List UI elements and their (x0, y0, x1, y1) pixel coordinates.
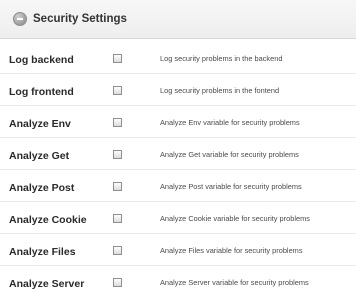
panel-header: Security Settings (0, 0, 356, 39)
setting-label: Analyze Post (9, 182, 75, 194)
setting-label: Analyze Cookie (9, 214, 87, 226)
settings-list: Log backend Log security problems in the… (0, 42, 356, 290)
analyze-post-checkbox[interactable] (113, 182, 122, 191)
log-backend-checkbox[interactable] (113, 54, 122, 63)
setting-label: Log frontend (9, 86, 74, 98)
setting-description: Analyze Cookie variable for security pro… (160, 214, 310, 223)
setting-label: Analyze Files (9, 246, 76, 258)
setting-row-analyze-get: Analyze Get Analyze Get variable for sec… (0, 138, 356, 170)
setting-label: Log backend (9, 54, 74, 66)
setting-row-analyze-cookie: Analyze Cookie Analyze Cookie variable f… (0, 202, 356, 234)
setting-description: Analyze Get variable for security proble… (160, 150, 299, 159)
minus-circle-icon[interactable] (13, 12, 27, 26)
setting-label: Analyze Server (9, 278, 85, 290)
security-settings-panel: Security Settings Log backend Log securi… (0, 0, 356, 290)
analyze-files-checkbox[interactable] (113, 246, 122, 255)
setting-description: Analyze Server variable for security pro… (160, 278, 309, 287)
setting-row-log-frontend: Log frontend Log security problems in th… (0, 74, 356, 106)
setting-label: Analyze Get (9, 150, 70, 162)
setting-description: Analyze Post variable for security probl… (160, 182, 302, 191)
setting-label: Analyze Env (9, 118, 71, 130)
analyze-get-checkbox[interactable] (113, 150, 122, 159)
analyze-server-checkbox[interactable] (113, 278, 122, 287)
setting-row-analyze-env: Analyze Env Analyze Env variable for sec… (0, 106, 356, 138)
setting-row-log-backend: Log backend Log security problems in the… (0, 42, 356, 74)
analyze-cookie-checkbox[interactable] (113, 214, 122, 223)
setting-description: Log security problems in the fontend (160, 86, 280, 95)
setting-row-analyze-server: Analyze Server Analyze Server variable f… (0, 266, 356, 290)
setting-description: Analyze Env variable for security proble… (160, 118, 300, 127)
panel-title: Security Settings (33, 13, 127, 25)
setting-description: Analyze Files variable for security prob… (160, 246, 303, 255)
setting-description: Log security problems in the backend (160, 54, 283, 63)
setting-row-analyze-post: Analyze Post Analyze Post variable for s… (0, 170, 356, 202)
setting-row-analyze-files: Analyze Files Analyze Files variable for… (0, 234, 356, 266)
log-frontend-checkbox[interactable] (113, 86, 122, 95)
analyze-env-checkbox[interactable] (113, 118, 122, 127)
